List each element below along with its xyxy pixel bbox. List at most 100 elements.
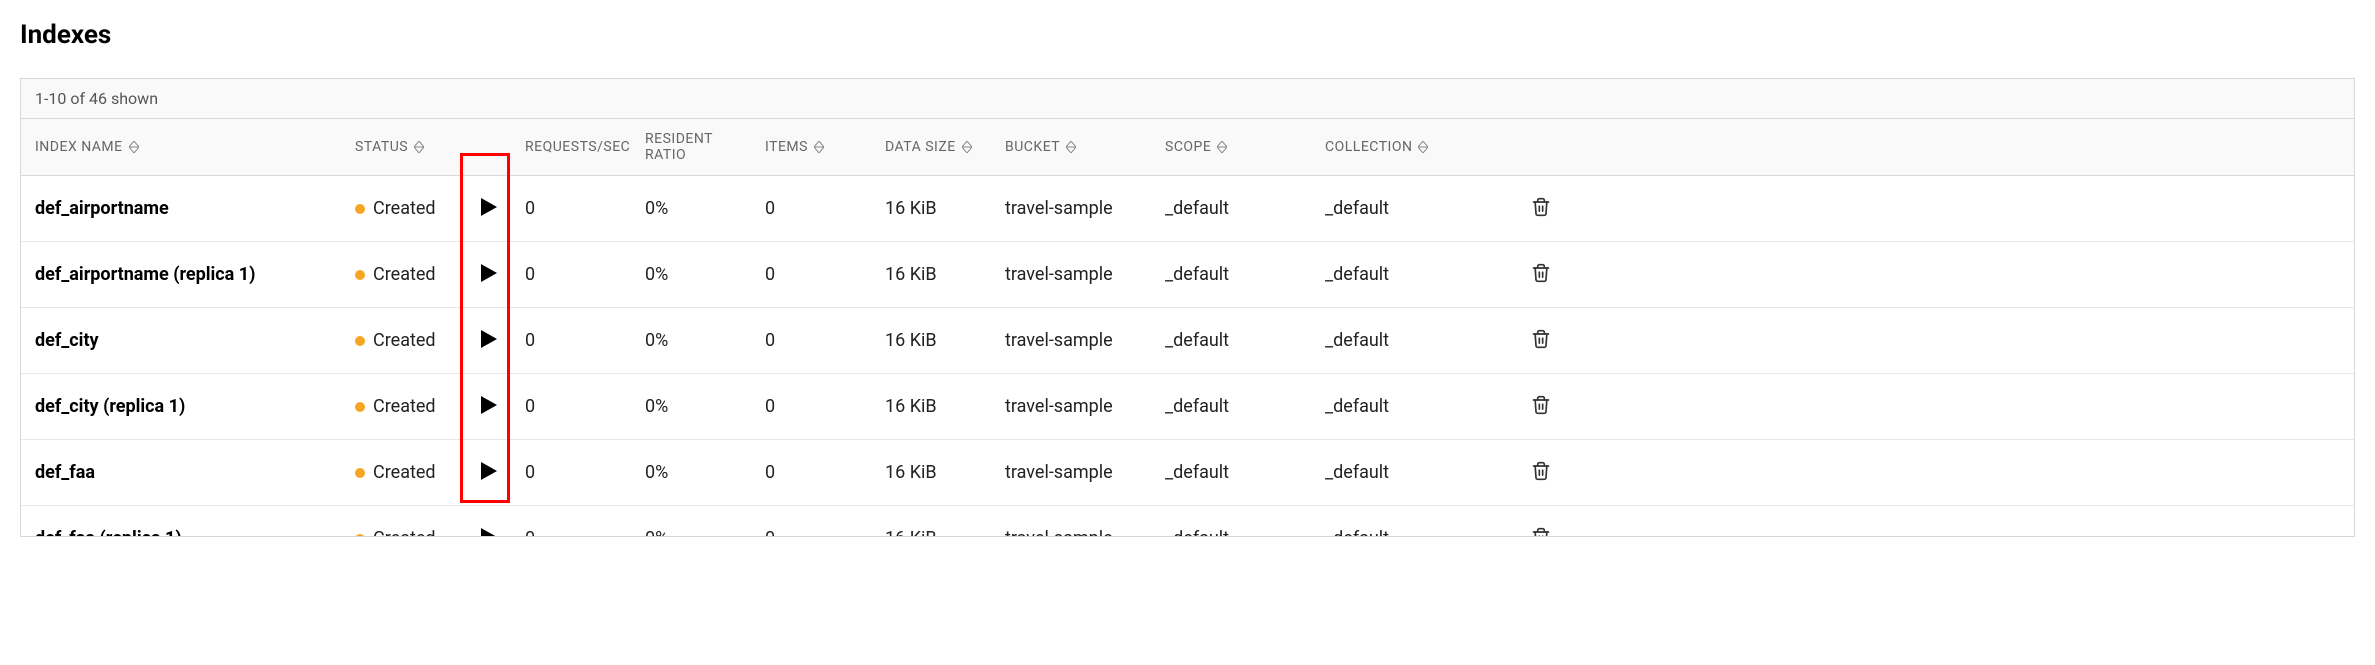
status-text: Created xyxy=(373,396,436,417)
table-row[interactable]: def_city Created 0 0% 0 16 KiB travel-sa… xyxy=(21,308,2354,374)
status-dot-icon xyxy=(355,402,365,412)
col-scope-label: SCOPE xyxy=(1165,139,1211,155)
pagination-label: 1-10 of 46 shown xyxy=(21,79,2354,119)
size-cell: 16 KiB xyxy=(871,248,991,301)
ratio-cell: 0% xyxy=(631,248,751,301)
requests-cell: 0 xyxy=(511,248,631,301)
delete-button[interactable] xyxy=(1527,324,1555,357)
play-icon xyxy=(481,402,497,417)
col-collection[interactable]: COLLECTION xyxy=(1311,127,1511,167)
requests-cell: 0 xyxy=(511,182,631,235)
col-datasize[interactable]: DATA SIZE xyxy=(871,127,991,167)
col-items[interactable]: ITEMS xyxy=(751,127,871,167)
ratio-cell: 0% xyxy=(631,446,751,499)
play-icon xyxy=(481,468,497,483)
col-resident: RESIDENT RATIO xyxy=(631,119,751,175)
status-cell: Created xyxy=(355,264,436,285)
ratio-cell: 0% xyxy=(631,380,751,433)
items-cell: 0 xyxy=(751,248,871,301)
scope-cell: _default xyxy=(1151,314,1311,367)
index-name-cell: def_city (replica 1) xyxy=(21,380,341,433)
col-scope[interactable]: SCOPE xyxy=(1151,127,1311,167)
table-row[interactable]: def_city (replica 1) Created 0 0% 0 16 K… xyxy=(21,374,2354,440)
delete-button[interactable] xyxy=(1527,258,1555,291)
col-status[interactable]: STATUS xyxy=(341,127,511,167)
col-index-name-label: INDEX NAME xyxy=(35,139,123,155)
status-text: Created xyxy=(373,462,436,483)
sort-icon xyxy=(1217,141,1227,153)
play-button[interactable] xyxy=(477,260,501,289)
status-text: Created xyxy=(373,198,436,219)
scope-cell: _default xyxy=(1151,248,1311,301)
table-row[interactable]: def_faa Created 0 0% 0 16 KiB travel-sam… xyxy=(21,440,2354,506)
status-dot-icon xyxy=(355,534,365,537)
bucket-cell: travel-sample xyxy=(991,314,1151,367)
play-icon xyxy=(481,336,497,351)
status-dot-icon xyxy=(355,204,365,214)
items-cell: 0 xyxy=(751,314,871,367)
col-resident-label: RESIDENT RATIO xyxy=(645,131,737,163)
play-button[interactable] xyxy=(477,392,501,421)
index-name-cell: def_faa (replica 1) xyxy=(21,512,341,536)
status-dot-icon xyxy=(355,468,365,478)
index-name-cell: def_city xyxy=(21,314,341,367)
indexes-table: 1-10 of 46 shown INDEX NAME STATUS REQUE… xyxy=(20,78,2355,537)
delete-button[interactable] xyxy=(1527,192,1555,225)
items-cell: 0 xyxy=(751,512,871,536)
col-requests: REQUESTS/SEC xyxy=(511,127,631,167)
play-button[interactable] xyxy=(477,326,501,355)
size-cell: 16 KiB xyxy=(871,446,991,499)
collection-cell: _default xyxy=(1311,314,1511,367)
status-cell: Created xyxy=(355,462,436,483)
scope-cell: _default xyxy=(1151,380,1311,433)
items-cell: 0 xyxy=(751,380,871,433)
col-bucket-label: BUCKET xyxy=(1005,139,1060,155)
play-button[interactable] xyxy=(477,458,501,487)
trash-icon xyxy=(1531,404,1551,419)
status-text: Created xyxy=(373,330,436,351)
size-cell: 16 KiB xyxy=(871,182,991,235)
ratio-cell: 0% xyxy=(631,314,751,367)
table-row[interactable]: def_faa (replica 1) Created 0 0% 0 16 Ki… xyxy=(21,506,2354,536)
delete-button[interactable] xyxy=(1527,456,1555,489)
status-text: Created xyxy=(373,528,436,536)
col-bucket[interactable]: BUCKET xyxy=(991,127,1151,167)
index-name-cell: def_airportname xyxy=(21,182,341,235)
requests-cell: 0 xyxy=(511,314,631,367)
bucket-cell: travel-sample xyxy=(991,446,1151,499)
play-icon xyxy=(481,270,497,285)
collection-cell: _default xyxy=(1311,182,1511,235)
col-items-label: ITEMS xyxy=(765,139,808,155)
table-header: INDEX NAME STATUS REQUESTS/SEC RESIDENT … xyxy=(21,119,2354,176)
table-row[interactable]: def_airportname (replica 1) Created 0 0%… xyxy=(21,242,2354,308)
delete-button[interactable] xyxy=(1527,390,1555,423)
scope-cell: _default xyxy=(1151,512,1311,536)
size-cell: 16 KiB xyxy=(871,314,991,367)
trash-icon xyxy=(1531,470,1551,485)
sort-icon xyxy=(129,141,139,153)
play-button[interactable] xyxy=(477,194,501,223)
items-cell: 0 xyxy=(751,446,871,499)
scope-cell: _default xyxy=(1151,182,1311,235)
table-row[interactable]: def_airportname Created 0 0% 0 16 KiB tr… xyxy=(21,176,2354,242)
ratio-cell: 0% xyxy=(631,512,751,536)
index-name-cell: def_faa xyxy=(21,446,341,499)
bucket-cell: travel-sample xyxy=(991,380,1151,433)
scope-cell: _default xyxy=(1151,446,1311,499)
col-index-name[interactable]: INDEX NAME xyxy=(21,127,341,167)
play-button[interactable] xyxy=(477,524,501,536)
bucket-cell: travel-sample xyxy=(991,512,1151,536)
col-collection-label: COLLECTION xyxy=(1325,139,1412,155)
delete-button[interactable] xyxy=(1527,522,1555,536)
bucket-cell: travel-sample xyxy=(991,248,1151,301)
bucket-cell: travel-sample xyxy=(991,182,1151,235)
collection-cell: _default xyxy=(1311,380,1511,433)
size-cell: 16 KiB xyxy=(871,512,991,536)
status-cell: Created xyxy=(355,198,436,219)
sort-icon xyxy=(1066,141,1076,153)
status-cell: Created xyxy=(355,330,436,351)
col-status-label: STATUS xyxy=(355,139,408,155)
sort-icon xyxy=(962,141,972,153)
col-requests-label: REQUESTS/SEC xyxy=(525,139,630,155)
size-cell: 16 KiB xyxy=(871,380,991,433)
